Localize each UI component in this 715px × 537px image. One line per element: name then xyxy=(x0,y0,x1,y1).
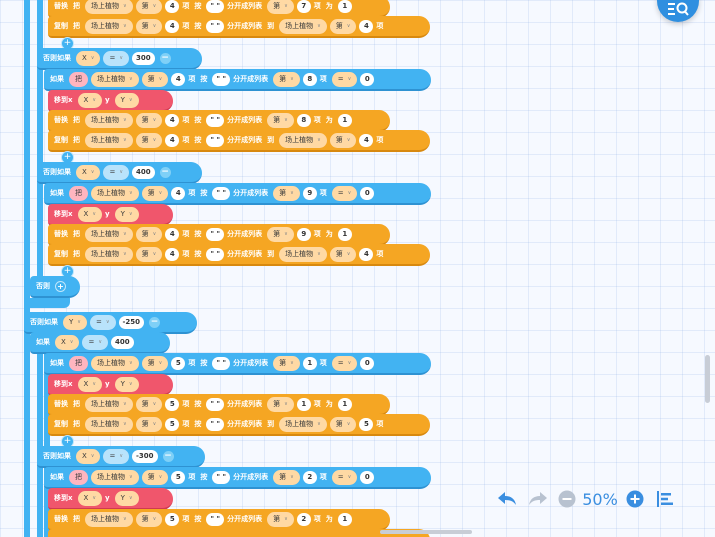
outer-spine xyxy=(24,0,30,537)
search-list-icon xyxy=(668,2,689,16)
else-if-block[interactable]: 否则如果 X = 400 − xyxy=(37,162,202,184)
list-dropdown[interactable]: 场上植物 xyxy=(85,0,133,14)
zoom-in-button[interactable] xyxy=(620,490,650,508)
redo-button[interactable] xyxy=(522,491,554,507)
undo-icon xyxy=(498,492,516,505)
move-to-block[interactable]: 移到x X y Y xyxy=(48,204,173,226)
remove-branch-icon[interactable]: − xyxy=(162,450,174,462)
inner-spine-1 xyxy=(37,0,43,296)
align-button[interactable] xyxy=(650,491,680,507)
code-workspace[interactable]: 替换 把 场上植物 第 4 项 按 " " 分开成列表 第 7 项 为 1 复制… xyxy=(0,0,715,537)
if-block[interactable]: 如果 把 场上植物 第 5 项 按 " " 分开成列表 第 2 项 = 0 xyxy=(44,467,431,489)
zoom-in-icon xyxy=(626,490,644,508)
else-if-block[interactable]: 否则如果 Y = -250 − xyxy=(24,312,197,334)
else-end-cap xyxy=(30,298,70,308)
add-branch-icon[interactable]: + xyxy=(55,280,66,292)
move-to-block[interactable]: 移到x X y Y xyxy=(48,90,173,112)
copy-block[interactable]: 复制 把 场上植物 第 4 项 按 " " 分开成列表 到 场上植物 第 4 项 xyxy=(48,16,430,38)
zoom-level: 50% xyxy=(582,489,618,509)
vertical-scrollbar[interactable] xyxy=(705,355,710,403)
remove-branch-icon[interactable]: − xyxy=(159,166,171,178)
move-to-block[interactable]: 移到x X y Y xyxy=(48,374,173,396)
canvas-toolbar: 50% xyxy=(492,484,702,514)
copy-block[interactable]: 复制 把 场上植物 第 4 项 按 " " 分开成列表 到 场上植物 第 4 项 xyxy=(48,130,430,152)
redo-icon xyxy=(529,492,547,505)
zoom-out-button[interactable] xyxy=(554,490,580,508)
if-block[interactable]: 如果 把 场上植物 第 4 项 按 " " 分开成列表 第 9 项 = 0 xyxy=(44,183,431,205)
else-block[interactable]: 否则 + xyxy=(30,276,80,298)
remove-branch-icon[interactable]: − xyxy=(159,52,171,64)
inner-spine-2 xyxy=(37,332,43,537)
nth-dropdown[interactable]: 第 xyxy=(135,0,163,14)
copy-block-partial[interactable] xyxy=(48,529,430,537)
copy-block[interactable]: 复制 把 场上植物 第 4 项 按 " " 分开成列表 到 场上植物 第 4 项 xyxy=(48,244,430,266)
replace-block[interactable]: 替换 把 场上植物 第 5 项 按 " " 分开成列表 第 2 项 为 1 xyxy=(48,509,390,531)
undo-button[interactable] xyxy=(492,491,522,507)
horizontal-scrollbar[interactable] xyxy=(380,530,472,534)
align-icon xyxy=(657,491,673,507)
zoom-out-icon xyxy=(558,490,576,508)
else-if-block[interactable]: 否则如果 X = -300 − xyxy=(37,446,205,468)
if-block[interactable]: 如果 把 场上植物 第 4 项 按 " " 分开成列表 第 8 项 = 0 xyxy=(44,69,431,91)
if-block[interactable]: 如果 把 场上植物 第 5 项 按 " " 分开成列表 第 1 项 = 0 xyxy=(44,353,431,375)
copy-block[interactable]: 复制 把 场上植物 第 5 项 按 " " 分开成列表 到 场上植物 第 5 项 xyxy=(48,414,430,436)
if-block[interactable]: 如果 X = 400 xyxy=(30,332,170,354)
else-if-block[interactable]: 否则如果 X = 300 − xyxy=(37,48,202,70)
replace-block[interactable]: 替换 把 场上植物 第 5 项 按 " " 分开成列表 第 1 项 为 1 xyxy=(48,394,390,416)
replace-block[interactable]: 替换 把 场上植物 第 4 项 按 " " 分开成列表 第 8 项 为 1 xyxy=(48,110,390,132)
remove-branch-icon[interactable]: − xyxy=(149,316,161,328)
replace-block[interactable]: 替换 把 场上植物 第 4 项 按 " " 分开成列表 第 9 项 为 1 xyxy=(48,224,390,246)
move-to-block[interactable]: 移到x X y Y xyxy=(48,488,173,510)
